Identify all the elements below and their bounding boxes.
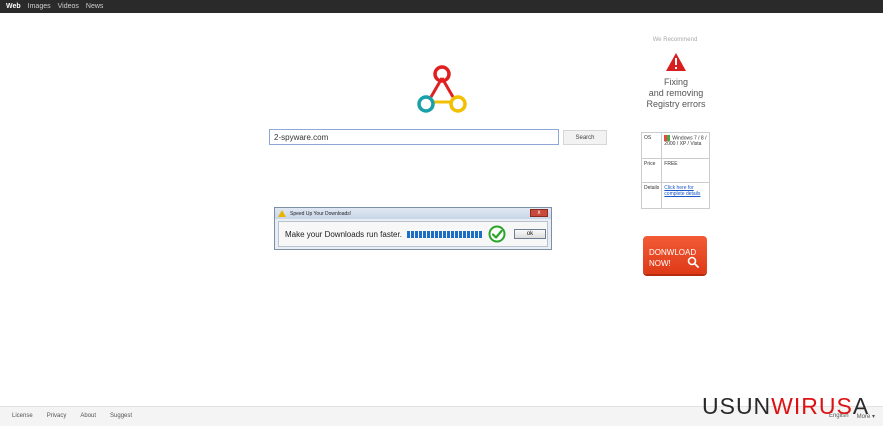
popup-close-button[interactable]: x xyxy=(530,209,548,217)
table-row: Price FREE xyxy=(640,158,710,183)
progress-block xyxy=(438,230,442,238)
progress-block xyxy=(410,230,414,238)
warning-icon xyxy=(278,210,286,217)
product-info-table: OS Windows 7 / 8 / 2000 / XP / Vista Pri… xyxy=(640,132,710,209)
magnifier-icon xyxy=(687,256,699,268)
windows-icon xyxy=(664,135,671,141)
search-button[interactable]: Search xyxy=(563,130,607,145)
progress-block xyxy=(458,230,462,238)
progress-block xyxy=(434,230,438,238)
details-key: Details xyxy=(640,182,663,209)
progress-block xyxy=(478,230,482,238)
watermark-part-1: USUN xyxy=(702,393,772,419)
price-value: FREE xyxy=(661,158,710,183)
os-value: Windows 7 / 8 / 2000 / XP / Vista xyxy=(664,135,707,148)
details-value-cell: Click here for complete details xyxy=(661,182,710,209)
progress-block xyxy=(426,230,430,238)
watermark-logo: USUNWIRUSA xyxy=(702,393,869,420)
fix-line-2: and removing xyxy=(648,88,704,98)
table-row: OS Windows 7 / 8 / 2000 / XP / Vista xyxy=(640,132,710,159)
popup-ok-button[interactable]: ok xyxy=(513,229,546,239)
fix-line-1: Fixing xyxy=(663,77,688,87)
checkmark-icon xyxy=(488,225,506,243)
footer-links: License Privacy About Suggest xyxy=(12,413,132,419)
progress-block xyxy=(454,230,458,238)
search-input[interactable] xyxy=(269,129,559,145)
speed-up-popup: Speed Up Your Downloads! x Make your Dow… xyxy=(274,207,552,250)
progress-block xyxy=(446,230,450,238)
progress-block xyxy=(470,230,474,238)
progress-block xyxy=(462,230,466,238)
watermark-part-3: A xyxy=(852,393,870,419)
tab-videos[interactable]: Videos xyxy=(58,3,79,10)
download-now-button[interactable]: DONWLOAD NOW! xyxy=(643,236,707,274)
table-row: Details Click here for complete details xyxy=(640,182,710,209)
progress-bar xyxy=(406,230,482,238)
tab-news[interactable]: News xyxy=(86,3,104,10)
progress-block xyxy=(430,230,434,238)
os-key: OS xyxy=(640,132,663,159)
details-link[interactable]: Click here for complete details xyxy=(664,185,700,197)
tab-web[interactable]: Web xyxy=(6,3,21,10)
popup-message: Make your Downloads run faster. xyxy=(285,229,402,239)
top-nav-bar: Web Images Videos News xyxy=(0,0,883,13)
progress-block xyxy=(450,230,454,238)
popup-titlebar: Speed Up Your Downloads! x xyxy=(275,208,551,219)
popup-title: Speed Up Your Downloads! xyxy=(290,210,352,217)
progress-block xyxy=(442,230,446,238)
tab-images[interactable]: Images xyxy=(28,3,51,10)
registry-fix-heading: Fixing and removing Registry errors xyxy=(636,77,716,110)
recommend-label: We Recommend xyxy=(652,37,698,43)
progress-block xyxy=(414,230,418,238)
search-engine-logo-icon xyxy=(417,65,467,113)
progress-block xyxy=(406,230,410,238)
popup-body: Make your Downloads run faster. ok xyxy=(278,221,548,247)
progress-block xyxy=(422,230,426,238)
progress-block xyxy=(418,230,422,238)
os-value-cell: Windows 7 / 8 / 2000 / XP / Vista xyxy=(661,132,710,159)
alert-triangle-icon xyxy=(666,53,686,71)
footer-link-license[interactable]: License xyxy=(12,413,33,419)
price-key: Price xyxy=(640,158,663,183)
watermark-part-2: WIRUS xyxy=(771,393,853,419)
progress-block xyxy=(466,230,470,238)
footer-link-privacy[interactable]: Privacy xyxy=(47,413,67,419)
footer-link-suggest[interactable]: Suggest xyxy=(110,413,132,419)
progress-block xyxy=(474,230,478,238)
fix-line-3: Registry errors xyxy=(646,99,706,109)
footer-link-about[interactable]: About xyxy=(80,413,96,419)
